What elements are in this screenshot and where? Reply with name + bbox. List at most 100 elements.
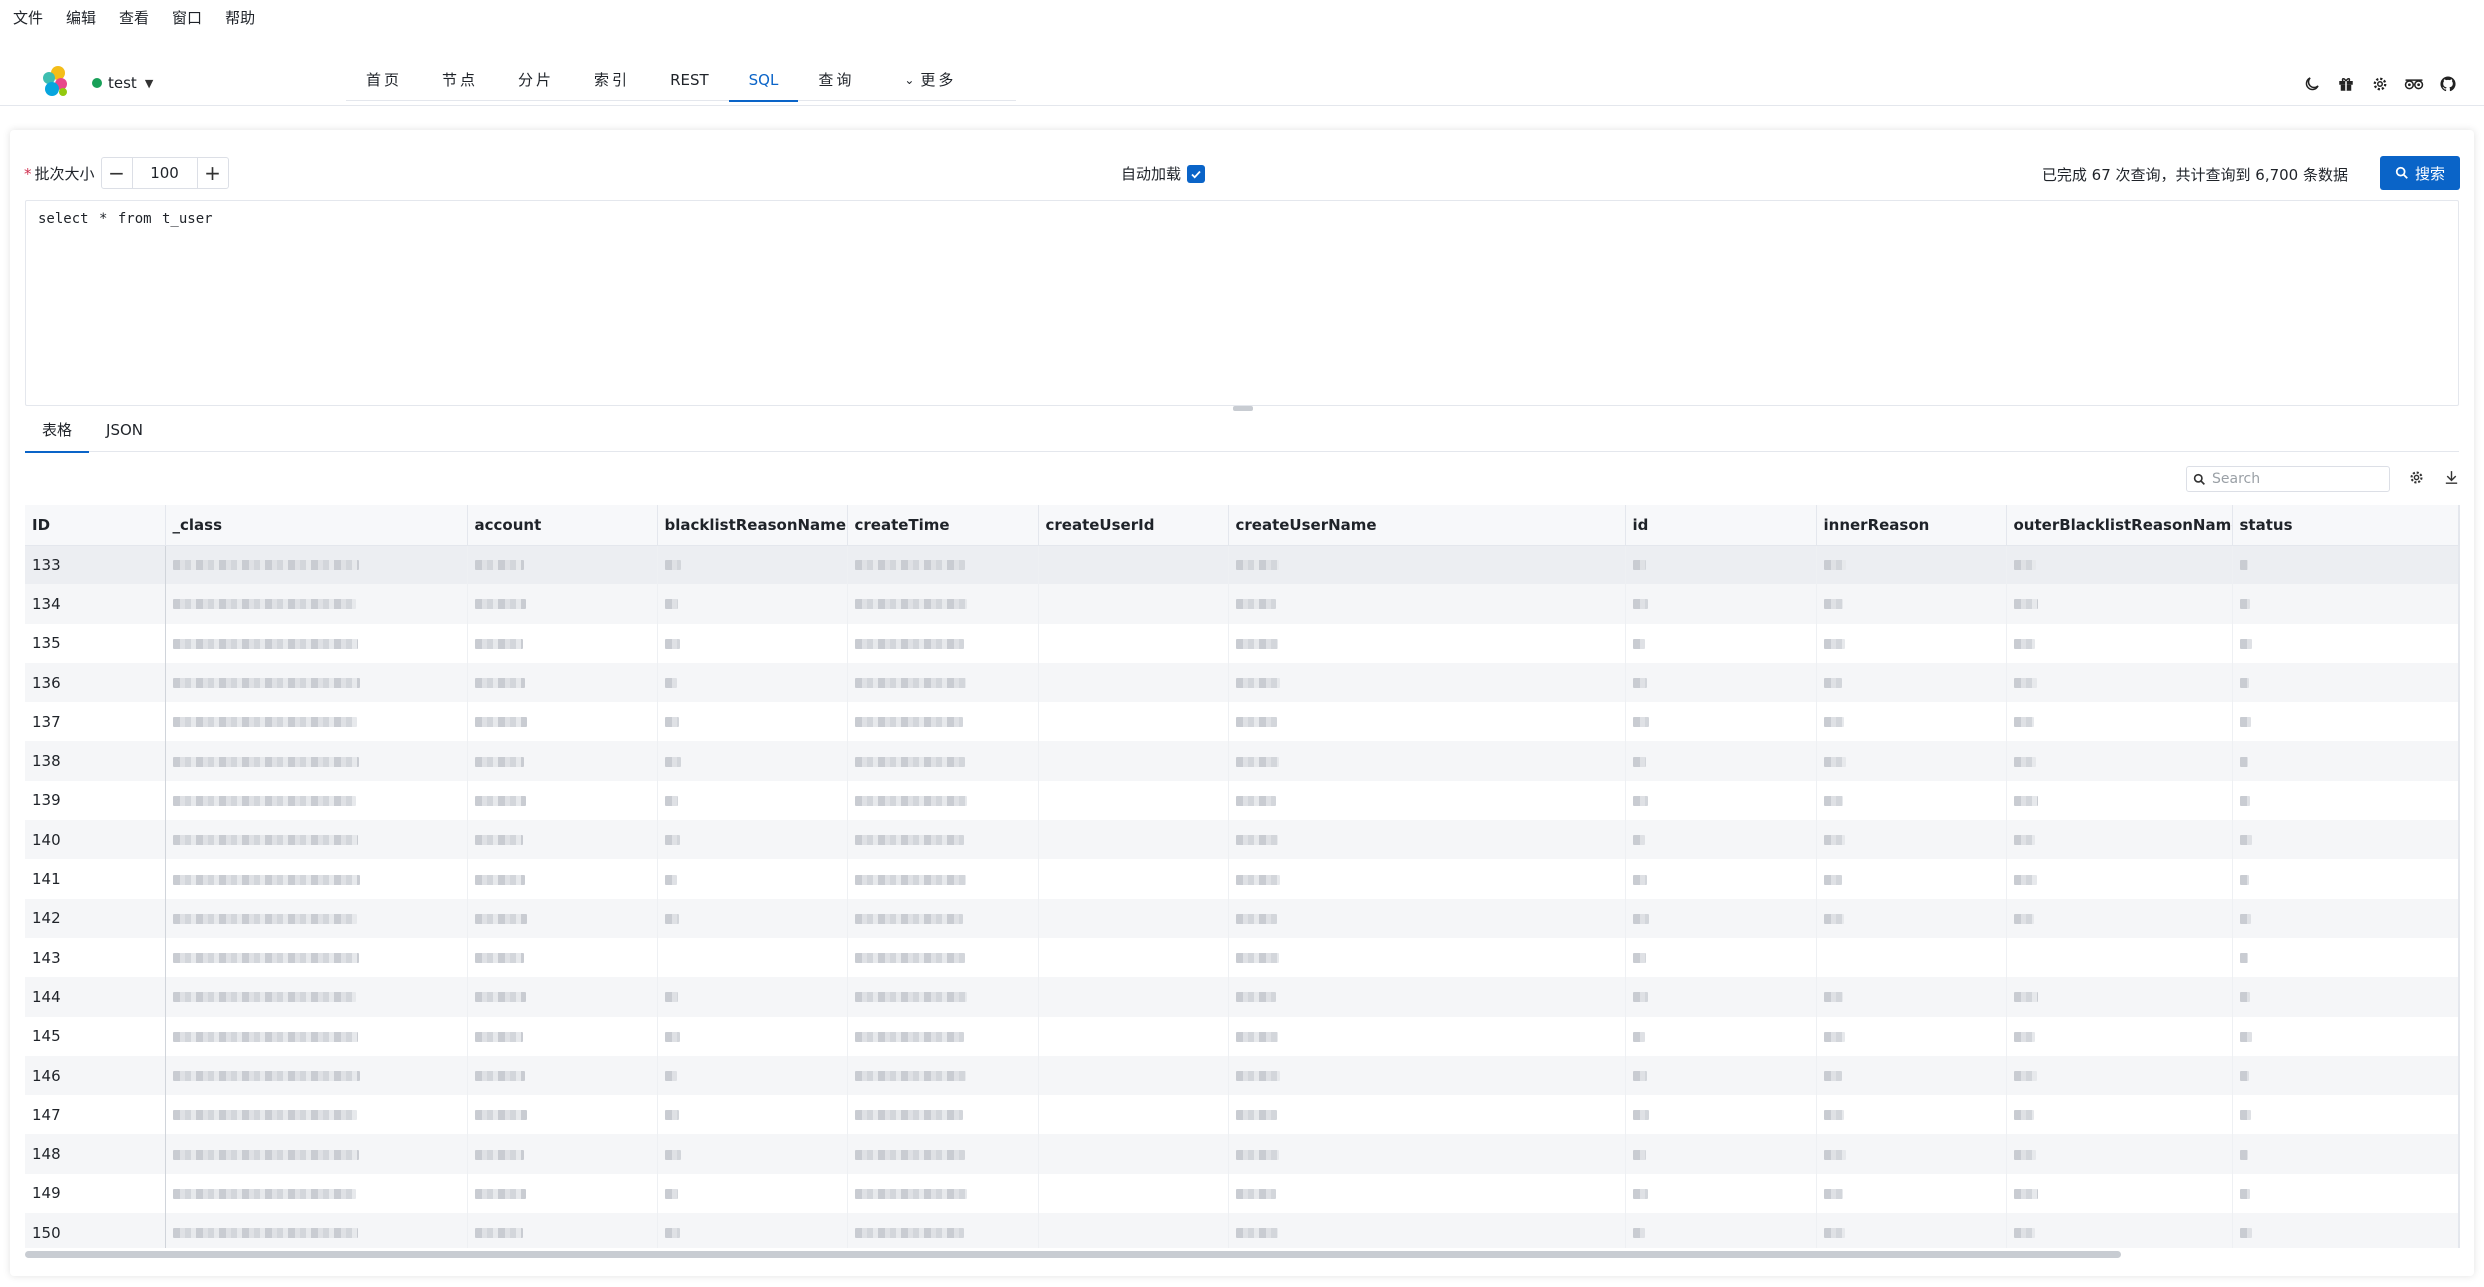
vertical-scrollbar-track[interactable]: [2458, 505, 2460, 1248]
sql-editor[interactable]: select * from t_user: [25, 200, 2459, 406]
redacted-cell: [1038, 898, 1229, 938]
redacted-cell: [1228, 741, 1626, 781]
tripadvisor-icon[interactable]: [2404, 74, 2424, 94]
menu-help[interactable]: 帮助: [225, 7, 255, 28]
table-row[interactable]: 137: [25, 702, 2459, 742]
tab-query[interactable]: 查询: [798, 65, 874, 101]
redacted-cell: [2232, 1055, 2459, 1096]
column-header-ID[interactable]: ID: [25, 505, 166, 546]
table-row[interactable]: 149: [25, 1173, 2459, 1214]
menu-window[interactable]: 窗口: [172, 7, 202, 28]
table-row[interactable]: 134: [25, 584, 2459, 624]
gift-icon[interactable]: [2336, 74, 2356, 94]
settings-icon[interactable]: [2370, 74, 2390, 94]
redacted-value: [854, 992, 967, 1003]
redacted-value: [1235, 913, 1277, 924]
row-id-cell: 143: [25, 937, 166, 978]
tab-nodes[interactable]: 节点: [422, 65, 498, 101]
tab-table[interactable]: 表格: [25, 414, 90, 453]
column-header-account[interactable]: account: [467, 505, 658, 546]
table-row[interactable]: 142: [25, 898, 2459, 938]
table-row[interactable]: 144: [25, 977, 2459, 1017]
autoload-checkbox[interactable]: [1187, 164, 1206, 183]
redacted-cell: [1816, 820, 2007, 860]
table-search[interactable]: [2186, 466, 2390, 492]
redacted-cell: [1816, 1095, 2007, 1135]
table-row[interactable]: 148: [25, 1134, 2459, 1174]
redacted-cell: [2006, 1134, 2233, 1174]
table-row[interactable]: 147: [25, 1095, 2459, 1135]
tab-rest[interactable]: REST: [650, 65, 729, 101]
redacted-cell: [1625, 741, 1817, 781]
table-row[interactable]: 146: [25, 1055, 2459, 1096]
redacted-value: [474, 1228, 523, 1239]
redacted-cell: [657, 702, 848, 742]
column-settings-icon[interactable]: [2408, 469, 2425, 490]
search-button[interactable]: 搜索: [2380, 156, 2460, 190]
cluster-selector[interactable]: test ▼: [92, 73, 153, 93]
redacted-cell: [1228, 1016, 1626, 1056]
redacted-cell: [467, 1095, 658, 1135]
table-row[interactable]: 135: [25, 623, 2459, 663]
tab-sql[interactable]: SQL: [728, 65, 799, 102]
column-header-class[interactable]: _class: [165, 505, 468, 546]
table-row[interactable]: 145: [25, 1016, 2459, 1056]
redacted-cell: [657, 820, 848, 860]
resize-handle[interactable]: [1233, 406, 1253, 411]
column-header-outerBlacklistReasonName[interactable]: outerBlacklistReasonName: [2006, 505, 2233, 546]
increment-button[interactable]: +: [198, 158, 228, 188]
redacted-value: [172, 795, 356, 806]
column-header-status[interactable]: status: [2232, 505, 2459, 546]
table-search-input[interactable]: [2212, 471, 2382, 487]
download-icon[interactable]: [2443, 469, 2460, 490]
redacted-value: [1632, 913, 1649, 924]
redacted-cell: [847, 1173, 1039, 1214]
horizontal-scrollbar[interactable]: [25, 1250, 2459, 1260]
redacted-cell: [1228, 937, 1626, 978]
redacted-value: [1235, 1071, 1280, 1081]
redacted-value: [1823, 638, 1845, 649]
redacted-value: [664, 678, 677, 689]
table-row[interactable]: 139: [25, 780, 2459, 821]
tab-indices[interactable]: 索引: [574, 65, 650, 101]
table-row[interactable]: 136: [25, 662, 2459, 703]
horizontal-scrollbar-thumb[interactable]: [25, 1251, 2121, 1258]
menu-file[interactable]: 文件: [13, 7, 43, 28]
redacted-cell: [657, 937, 848, 978]
redacted-value: [2013, 835, 2035, 846]
table-row[interactable]: 150: [25, 1213, 2459, 1248]
table-row[interactable]: 140: [25, 820, 2459, 860]
redacted-value: [1632, 1188, 1648, 1199]
redacted-cell: [165, 623, 468, 663]
batch-size-input[interactable]: 100: [131, 158, 198, 188]
tab-home[interactable]: 首页: [346, 65, 422, 101]
redacted-cell: [1816, 545, 2007, 585]
redacted-cell: [467, 1016, 658, 1056]
autoload-toggle[interactable]: 自动加载: [1121, 163, 1206, 184]
redacted-cell: [165, 584, 468, 624]
menu-view[interactable]: 查看: [119, 7, 149, 28]
column-header-id[interactable]: id: [1625, 505, 1817, 546]
redacted-cell: [1816, 741, 2007, 781]
decrement-button[interactable]: −: [102, 158, 132, 188]
table-row[interactable]: 138: [25, 741, 2459, 781]
tab-json[interactable]: JSON: [89, 414, 160, 452]
column-header-blacklistReasonName[interactable]: blacklistReasonName: [657, 505, 848, 546]
column-header-createUserId[interactable]: createUserId: [1038, 505, 1229, 546]
tab-more[interactable]: ⌄ 更多: [874, 65, 976, 101]
column-header-createUserName[interactable]: createUserName: [1228, 505, 1626, 546]
redacted-cell: [165, 1134, 468, 1174]
redacted-value: [1632, 1031, 1645, 1042]
redacted-value: [172, 638, 358, 649]
moon-icon[interactable]: [2302, 74, 2322, 94]
github-icon[interactable]: [2438, 74, 2458, 94]
table-row[interactable]: 133: [25, 545, 2459, 585]
menu-edit[interactable]: 编辑: [66, 7, 96, 28]
tab-shards[interactable]: 分片: [498, 65, 574, 101]
column-header-innerReason[interactable]: innerReason: [1816, 505, 2007, 546]
redacted-value: [664, 874, 677, 885]
redacted-cell: [847, 662, 1039, 703]
column-header-createTime[interactable]: createTime: [847, 505, 1039, 546]
table-row[interactable]: 143: [25, 937, 2459, 978]
table-row[interactable]: 141: [25, 859, 2459, 899]
